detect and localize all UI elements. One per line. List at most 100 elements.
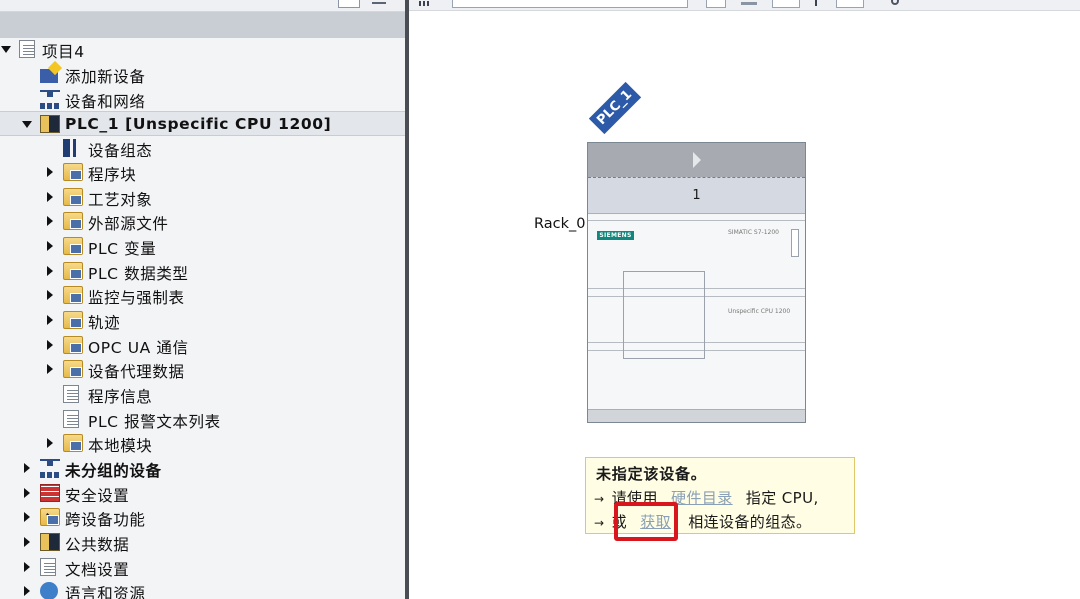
expand-arrow-icon[interactable] (24, 512, 30, 522)
network-icon (40, 90, 60, 109)
expand-arrow-icon[interactable] (47, 315, 53, 325)
device-view-icon[interactable] (417, 0, 433, 8)
device-select-dropdown[interactable] (452, 0, 688, 8)
table-view-icon[interactable] (836, 0, 864, 8)
expand-arrow-icon[interactable] (24, 562, 30, 572)
collapse-arrow-icon[interactable] (22, 121, 32, 128)
expand-arrow-icon[interactable] (47, 192, 53, 202)
tree-item-label: 本地模块 (88, 437, 153, 455)
traces-folder-icon (63, 311, 83, 329)
tree-item-plc1[interactable]: PLC_1 [Unspecific CPU 1200] (0, 111, 405, 136)
expand-arrow-icon[interactable] (47, 340, 53, 350)
cpu-module-body[interactable]: SIEMENS SIMATIC S7-1200 Unspecific CPU 1… (588, 215, 805, 411)
arrow-icon: → (594, 516, 605, 530)
tree-item-security-settings[interactable]: 安全设置 (0, 481, 405, 506)
expand-arrow-icon[interactable] (24, 488, 30, 498)
alarm-text-list-icon (63, 410, 79, 428)
tree-item-label: 文档设置 (65, 561, 130, 579)
documentation-icon (40, 558, 56, 576)
info-title: 未指定该设备。 (596, 465, 707, 483)
expand-arrow-icon[interactable] (24, 586, 30, 596)
expand-arrow-icon[interactable] (47, 364, 53, 374)
connector-port (791, 229, 799, 257)
arrow-icon: → (594, 492, 605, 506)
expand-arrow-icon[interactable] (47, 216, 53, 226)
tree-item-label: 安全设置 (65, 487, 130, 505)
project-icon (19, 40, 35, 58)
collapse-arrow-icon[interactable] (1, 46, 11, 53)
expand-arrow-icon[interactable] (24, 463, 30, 473)
tree-item-devices-networks[interactable]: 设备和网络 (0, 87, 405, 112)
technology-objects-folder-icon (63, 188, 83, 206)
cpu-type-label: Unspecific CPU 1200 (728, 308, 791, 315)
info-line-1-suffix: 指定 CPU, (745, 489, 819, 507)
expand-arrow-icon[interactable] (24, 537, 30, 547)
device-bottom-bar (588, 409, 805, 422)
simatic-label: SIMATIC S7-1200 (728, 229, 779, 236)
plc-name-tag[interactable]: PLC_1 (588, 81, 642, 135)
tree-item-device-config[interactable]: 设备组态 (0, 136, 405, 161)
tree-item-languages-resources[interactable]: 语言和资源 (0, 579, 405, 599)
plc-device-graphic[interactable]: 1 SIEMENS SIMATIC S7-1200 Unspecific CPU… (587, 142, 806, 423)
tree-item-external-sources[interactable]: 外部源文件 (0, 209, 405, 234)
tree-item-label: 轨迹 (88, 314, 121, 332)
tool-icon[interactable] (887, 0, 913, 8)
tree-item-add-new-device[interactable]: 添加新设备 (0, 60, 405, 87)
tree-item-common-data[interactable]: 公共数据 (0, 530, 405, 555)
tree-item-traces[interactable]: 轨迹 (0, 308, 405, 333)
zoom-icon[interactable] (706, 0, 726, 8)
expand-arrow-icon[interactable] (47, 167, 53, 177)
add-device-icon (40, 60, 63, 83)
device-top-bar (588, 143, 805, 177)
rack-label: Rack_0 (534, 216, 586, 232)
tree-item-program-blocks[interactable]: 程序块 (0, 160, 405, 185)
expand-arrow-icon[interactable] (47, 266, 53, 276)
tree-item-device-proxy[interactable]: 设备代理数据 (0, 357, 405, 382)
collapse-icon[interactable] (368, 0, 390, 8)
expand-arrow-icon[interactable] (47, 438, 53, 448)
external-sources-folder-icon (63, 212, 83, 230)
info-line-2-suffix: 相连设备的组态。 (688, 513, 812, 531)
network-view-icon[interactable] (772, 0, 800, 8)
plc-icon (40, 115, 60, 133)
tree-item-label: 设备代理数据 (88, 363, 185, 381)
expand-arrow-icon[interactable] (47, 290, 53, 300)
common-data-icon (40, 533, 60, 551)
device-config-icon (63, 139, 83, 157)
tree-item-cross-device-functions[interactable]: 跨设备功能 (0, 505, 405, 530)
tree-item-watch-force-tables[interactable]: 监控与强制表 (0, 283, 405, 308)
expand-arrow-icon[interactable] (47, 241, 53, 251)
hardware-catalog-link[interactable]: 硬件目录 (671, 489, 733, 507)
tree-item-label: 程序块 (88, 166, 137, 184)
tree-item-local-modules[interactable]: 本地模块 (0, 431, 405, 456)
tree-item-label: OPC UA 通信 (88, 339, 189, 357)
tree-item-opc-ua[interactable]: OPC UA 通信 (0, 333, 405, 358)
program-info-icon (63, 385, 79, 403)
tree-item-plc-tags[interactable]: PLC 变量 (0, 234, 405, 259)
tree-item-plc-datatypes[interactable]: PLC 数据类型 (0, 259, 405, 284)
tree-item-project4[interactable]: 项目4 (0, 37, 405, 62)
siemens-logo: SIEMENS (597, 231, 634, 240)
project-tree-panel: 项目4 添加新设备 设备和网络 PLC_1 [Unspecific CPU 1200]… (0, 0, 405, 599)
slot-number: 1 (588, 177, 805, 214)
split-view-icon[interactable] (807, 0, 827, 8)
project-tree-header (0, 12, 405, 38)
ungrouped-devices-icon (40, 459, 60, 478)
tree-item-alarm-text-lists[interactable]: PLC 报警文本列表 (0, 407, 405, 432)
expand-arrow-icon[interactable] (693, 152, 701, 168)
plc-tags-folder-icon (63, 237, 83, 255)
tree-item-ungrouped-devices[interactable]: 未分组的设备 (0, 456, 405, 481)
languages-resources-icon (40, 582, 58, 599)
tree-item-label: 设备组态 (88, 142, 153, 160)
security-wall-icon (40, 484, 60, 502)
tree-item-technology-objects[interactable]: 工艺对象 (0, 185, 405, 210)
tree-view-button[interactable] (338, 0, 360, 8)
tree-item-program-info[interactable]: 程序信息 (0, 382, 405, 407)
tree-item-documentation-settings[interactable]: 文档设置 (0, 555, 405, 580)
tree-item-label: 项目4 (42, 43, 85, 61)
device-proxy-folder-icon (63, 360, 83, 378)
tree-item-label: PLC 变量 (88, 240, 157, 258)
project-tree-toolbar (0, 0, 405, 12)
divider (588, 220, 805, 221)
grid-icon[interactable] (739, 0, 759, 8)
